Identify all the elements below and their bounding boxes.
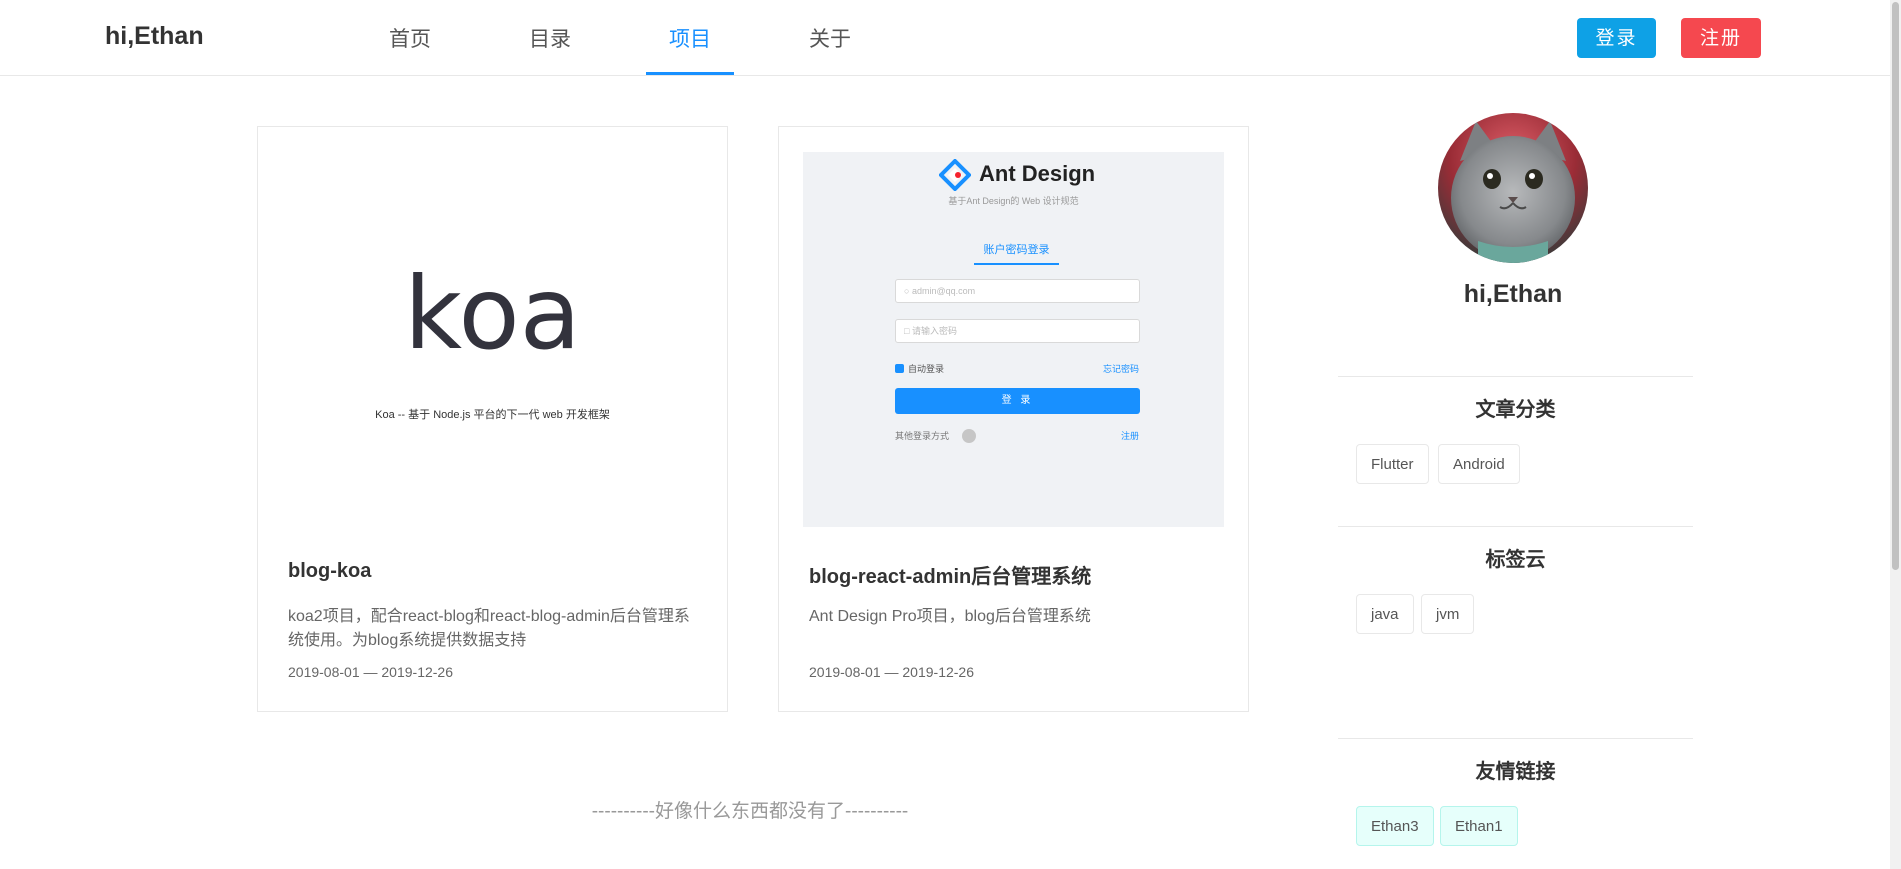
avatar [1438,113,1588,263]
ant-other-login: 其他登录方式 [895,431,950,441]
nav-item-home[interactable]: 首页 [340,0,480,75]
main-nav: 首页 目录 项目 关于 [340,0,900,75]
project-cover-ant-design: Ant Design 基于Ant Design的 Web 设计规范 账户密码登录… [803,152,1224,527]
tag-jvm[interactable]: jvm [1421,594,1475,634]
project-card-blog-koa[interactable]: koa Koa -- 基于 Node.js 平台的下一代 web 开发框架 bl… [257,126,728,712]
user-icon: ○ [904,286,910,296]
category-tag-flutter[interactable]: Flutter [1356,444,1429,484]
ant-design-subtitle: 基于Ant Design的 Web 设计规范 [948,196,1079,206]
divider [1338,526,1693,527]
project-card-blog-react-admin[interactable]: Ant Design 基于Ant Design的 Web 设计规范 账户密码登录… [778,126,1249,712]
cat-avatar-icon [1438,113,1588,263]
project-description: koa2项目，配合react-blog和react-blog-admin后台管理… [288,608,690,649]
profile-name: hi,Ethan [1463,280,1563,308]
ant-register-link: 注册 [1121,431,1140,441]
ant-forgot-link: 忘记密码 [1103,364,1140,374]
nav-item-projects[interactable]: 项目 [620,0,760,75]
links-heading: 友情链接 [1475,761,1556,783]
koa-subtitle: Koa -- 基于 Node.js 平台的下一代 web 开发框架 [375,409,610,421]
site-logo[interactable]: hi,Ethan [105,22,204,51]
tags-heading: 标签云 [1485,549,1546,571]
github-icon [962,429,976,443]
checkbox-checked-icon [895,364,904,373]
scrollbar-thumb[interactable] [1892,2,1899,570]
ant-remember-checkbox: 自动登录 [895,362,944,375]
categories-heading: 文章分类 [1475,399,1556,421]
tag-java[interactable]: java [1356,594,1414,634]
koa-logo-text: koa [404,255,581,372]
ant-login-tab: 账户密码登录 [983,244,1050,256]
ant-remember-label: 自动登录 [908,364,945,374]
vertical-scrollbar[interactable] [1890,0,1901,869]
ant-password-field: □ 请输入密码 [895,319,1140,343]
nav-item-catalog[interactable]: 目录 [480,0,620,75]
register-button[interactable]: 注册 [1681,18,1761,58]
ant-design-title: Ant Design [979,161,1096,186]
project-title[interactable]: blog-koa [288,560,371,583]
ant-username-placeholder: admin@qq.com [911,286,976,296]
nav-item-about[interactable]: 关于 [760,0,900,75]
friend-link-ethan3[interactable]: Ethan3 [1356,806,1434,846]
project-cover-koa: koa Koa -- 基于 Node.js 平台的下一代 web 开发框架 [282,152,703,527]
empty-list-note: ----------好像什么东西都没有了---------- [591,801,909,822]
login-button[interactable]: 登录 [1577,18,1656,58]
category-tag-android[interactable]: Android [1438,444,1520,484]
ant-submit-button: 登 录 [895,388,1140,414]
divider [1338,738,1693,739]
ant-login-tab-underline [974,263,1059,265]
ant-username-field: ○ admin@qq.com [895,279,1140,303]
divider [1338,376,1693,377]
project-date-range: 2019-08-01 — 2019-12-26 [288,664,454,680]
friend-link-ethan1[interactable]: Ethan1 [1440,806,1518,846]
project-title[interactable]: blog-react-admin后台管理系统 [809,560,1091,589]
project-date-range: 2019-08-01 — 2019-12-26 [809,664,975,680]
ant-password-placeholder: 请输入密码 [911,326,957,336]
project-description: Ant Design Pro项目，blog后台管理系统 [809,608,1091,625]
lock-icon: □ [904,326,910,336]
top-nav-bar: hi,Ethan 首页 目录 项目 关于 登录 注册 [0,0,1901,76]
ant-design-logo-icon [939,159,971,191]
